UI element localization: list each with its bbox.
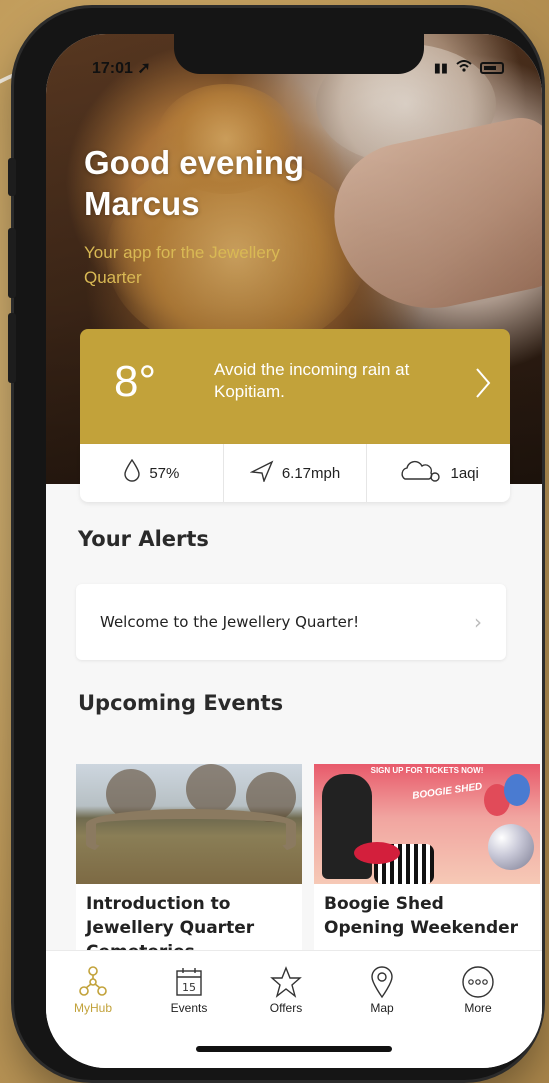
alerts-heading: Your Alerts — [78, 527, 209, 551]
weather-stats: 57% 6.17mph 1aqi — [80, 444, 510, 502]
event-image — [76, 764, 302, 884]
tagline: Your app for the Jewellery Quarter — [84, 243, 280, 287]
chevron-right-icon: › — [474, 610, 482, 634]
tab-map[interactable]: Map — [347, 963, 417, 1015]
app-screen: 17:01 ➚ ▮▮ Good evening Marcus Your app … — [46, 34, 542, 1068]
tab-events[interactable]: 15 Events — [154, 963, 224, 1015]
event-title: Boogie Shed Opening Weekender — [324, 894, 519, 938]
star-icon — [251, 963, 321, 1001]
status-time: 17:01 ➚ — [92, 60, 151, 77]
battery-icon — [480, 62, 504, 74]
more-icon — [443, 963, 513, 1001]
wind-stat: 6.17mph — [224, 444, 368, 502]
tab-more[interactable]: More — [443, 963, 513, 1015]
events-carousel[interactable]: Introduction to Jewellery Quarter Cemete… — [76, 764, 542, 964]
droplet-icon — [123, 458, 141, 487]
greeting: Good evening Marcus — [84, 144, 305, 222]
volume-up-button — [8, 228, 16, 298]
status-icons: ▮▮ — [434, 60, 504, 76]
navigation-arrow-icon — [249, 460, 274, 486]
signal-icon: ▮▮ — [433, 60, 448, 76]
volume-down-button — [8, 313, 16, 383]
cloud-icon — [399, 459, 443, 487]
notch — [174, 34, 424, 74]
alert-item[interactable]: Welcome to the Jewellery Quarter! › — [76, 584, 506, 660]
tab-offers[interactable]: Offers — [251, 963, 321, 1015]
event-image: SIGN UP FOR TICKETS NOW! BOOGIE SHED — [314, 764, 540, 884]
weather-card[interactable]: 8° Avoid the incoming rain at Kopitiam. — [80, 329, 510, 444]
air-quality-stat: 1aqi — [367, 444, 510, 502]
svg-text:15: 15 — [182, 981, 196, 994]
event-card[interactable]: SIGN UP FOR TICKETS NOW! BOOGIE SHED Boo… — [314, 764, 540, 964]
mute-switch — [8, 158, 16, 196]
tab-myhub[interactable]: MyHub — [58, 963, 128, 1015]
weather-message: Avoid the incoming rain at Kopitiam. — [214, 360, 410, 401]
chevron-right-icon[interactable] — [474, 367, 492, 405]
map-pin-icon — [347, 963, 417, 1001]
phone-frame: 17:01 ➚ ▮▮ Good evening Marcus Your app … — [8, 8, 542, 1080]
event-card[interactable]: Introduction to Jewellery Quarter Cemete… — [76, 764, 302, 964]
home-indicator[interactable] — [196, 1046, 392, 1052]
myhub-icon — [58, 963, 128, 1001]
events-heading: Upcoming Events — [78, 691, 284, 715]
temperature: 8° — [114, 357, 157, 406]
humidity-stat: 57% — [80, 444, 224, 502]
wifi-icon — [456, 60, 472, 76]
calendar-icon: 15 — [154, 963, 224, 1001]
